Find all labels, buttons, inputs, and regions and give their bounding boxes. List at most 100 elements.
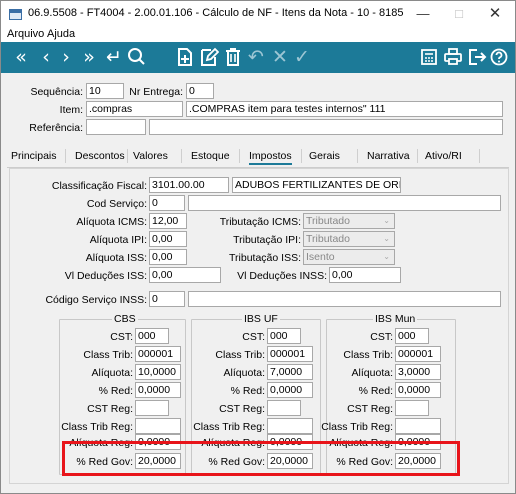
new-icon[interactable] [175,46,195,68]
calculator-icon[interactable] [419,46,439,68]
tab-separator [301,149,302,163]
ibs-mun-class-trib-reg-field[interactable] [395,418,441,434]
ibs-uf-aliquota-field[interactable]: 7,0000 [267,364,313,380]
cbs-aliquota-field[interactable]: 10,0000 [135,364,181,380]
tab-separator [417,149,418,163]
ibs-uf-class-trib-reg-label: Class Trib Reg: [193,421,265,433]
ibs-uf-cst-label: CST: [242,331,265,343]
cbs-cst-reg-label: CST Reg: [87,403,133,415]
close-icon[interactable]: ✕ [477,3,513,25]
cbs-red-field[interactable]: 0,0000 [135,382,181,398]
confirm-icon[interactable]: ✓ [291,46,313,68]
tab-bar: Principais Descontos Valores Estoque Imp… [7,146,509,168]
codigo-servico-inss-label: Código Serviço INSS: [45,294,147,306]
tab-impostos[interactable]: Impostos [249,150,292,165]
tributacao-ipi-value: Tributado [306,233,350,245]
title-bar: 06.9.5508 - FT4004 - 2.00.01.106 - Cálcu… [1,1,515,27]
print-icon[interactable] [443,46,463,68]
cbs-class-trib-field[interactable]: 000001 [135,346,181,362]
referencia-code-field[interactable] [86,119,146,135]
tab-valores[interactable]: Valores [133,150,168,162]
next-icon[interactable]: › [57,46,75,68]
help-icon[interactable] [489,46,509,68]
ibs-uf-class-trib-label: Class Trib: [215,349,265,361]
aliquota-icms-field[interactable]: 12,00 [149,213,187,229]
tab-separator [181,149,182,163]
vl-deducoes-inss-label: Vl Deduções INSS: [237,270,327,282]
vl-deducoes-iss-field[interactable]: 0,00 [149,267,221,283]
vl-deducoes-inss-field[interactable]: 0,00 [329,267,401,283]
app-icon [9,9,22,20]
classificacao-fiscal-description-field[interactable]: ADUBOS FERTILIZANTES DE ORIGEM ANIM [232,177,401,193]
tributacao-icms-select[interactable]: Tributado ⌄ [303,213,395,229]
ibs-mun-class-trib-field[interactable]: 000001 [395,346,441,362]
delete-icon[interactable] [223,46,243,68]
status-bar [1,485,515,493]
ibs-uf-cst-reg-field[interactable] [267,400,301,416]
cod-servico-field[interactable]: 0 [149,195,185,211]
last-icon[interactable]: » [77,46,101,68]
ibs-uf-cst-field[interactable]: 000 [267,328,301,344]
menu-ajuda[interactable]: Ajuda [47,28,75,40]
tab-narrativa[interactable]: Narrativa [367,150,410,162]
tab-ativo-ri[interactable]: Ativo/RI [425,150,462,162]
codigo-servico-inss-field[interactable]: 0 [149,291,185,307]
item-code-field[interactable]: .compras [86,101,183,117]
maximize-icon[interactable]: □ [441,3,477,25]
cbs-cst-reg-field[interactable] [135,400,169,416]
chevron-down-icon: ⌄ [383,252,390,261]
cod-servico-description-field[interactable] [188,195,501,211]
ibs-uf-red-field[interactable]: 0,0000 [267,382,313,398]
sequencia-field[interactable]: 10 [86,83,124,99]
aliquota-ipi-field[interactable]: 0,00 [149,231,187,247]
tab-principais[interactable]: Principais [11,150,57,162]
tab-separator [65,149,66,163]
cbs-class-trib-reg-field[interactable] [135,418,181,434]
exit-icon[interactable] [467,46,487,68]
cbs-red-label: % Red: [98,385,133,397]
toolbar: « ‹ › » ↵ ↶ ✕ ✓ [1,42,515,73]
first-icon[interactable]: « [9,46,33,68]
tab-gerais[interactable]: Gerais [309,150,340,162]
cancel-icon[interactable]: ✕ [269,46,291,68]
tributacao-icms-value: Tributado [306,215,350,227]
minimize-icon[interactable]: — [405,3,441,25]
cbs-class-trib-reg-label: Class Trib Reg: [61,421,133,433]
tab-estoque[interactable]: Estoque [191,150,230,162]
tab-descontos[interactable]: Descontos [75,150,125,162]
codigo-servico-inss-description-field[interactable] [188,291,501,307]
sequencia-label: Sequência: [30,86,83,98]
ibs-uf-aliquota-label: Alíquota: [223,367,265,379]
ibs-mun-red-field[interactable]: 0,0000 [395,382,441,398]
menu-arquivo[interactable]: Arquivo [7,28,44,40]
ibs-uf-red-label: % Red: [230,385,265,397]
classificacao-fiscal-code-field[interactable]: 3101.00.00 [149,177,229,193]
tributacao-iss-select[interactable]: Isento ⌄ [303,249,395,265]
window: 06.9.5508 - FT4004 - 2.00.01.106 - Cálcu… [0,0,516,494]
cbs-cst-field[interactable]: 000 [135,328,169,344]
ibs-mun-cst-field[interactable]: 000 [395,328,429,344]
cbs-class-trib-label: Class Trib: [83,349,133,361]
ibs-mun-class-trib-label: Class Trib: [343,349,393,361]
tributacao-ipi-select[interactable]: Tributado ⌄ [303,231,395,247]
item-description-field[interactable]: .COMPRAS item para testes internos" 111 [186,101,503,117]
ibs-mun-aliquota-field[interactable]: 3,0000 [395,364,441,380]
undo-icon[interactable]: ↶ [245,46,267,68]
tributacao-iss-value: Isento [306,251,335,263]
return-icon[interactable]: ↵ [103,46,125,68]
aliquota-iss-field[interactable]: 0,00 [149,249,187,265]
tributacao-iss-label: Tributação ISS: [229,252,301,264]
ibs-uf-class-trib-field[interactable]: 000001 [267,346,313,362]
referencia-label: Referência: [29,122,83,134]
referencia-description-field[interactable] [149,119,503,135]
cod-servico-label: Cod Serviço: [86,198,147,210]
tributacao-icms-label: Tributação ICMS: [219,216,301,228]
ibs-mun-cst-reg-label: CST Reg: [347,403,393,415]
menu-bar: Arquivo Ajuda [1,27,515,42]
previous-icon[interactable]: ‹ [37,46,55,68]
search-icon[interactable] [127,46,149,68]
nr-entrega-field[interactable]: 0 [186,83,214,99]
edit-icon[interactable] [199,46,219,68]
ibs-uf-class-trib-reg-field[interactable] [267,418,313,434]
ibs-mun-cst-reg-field[interactable] [395,400,429,416]
